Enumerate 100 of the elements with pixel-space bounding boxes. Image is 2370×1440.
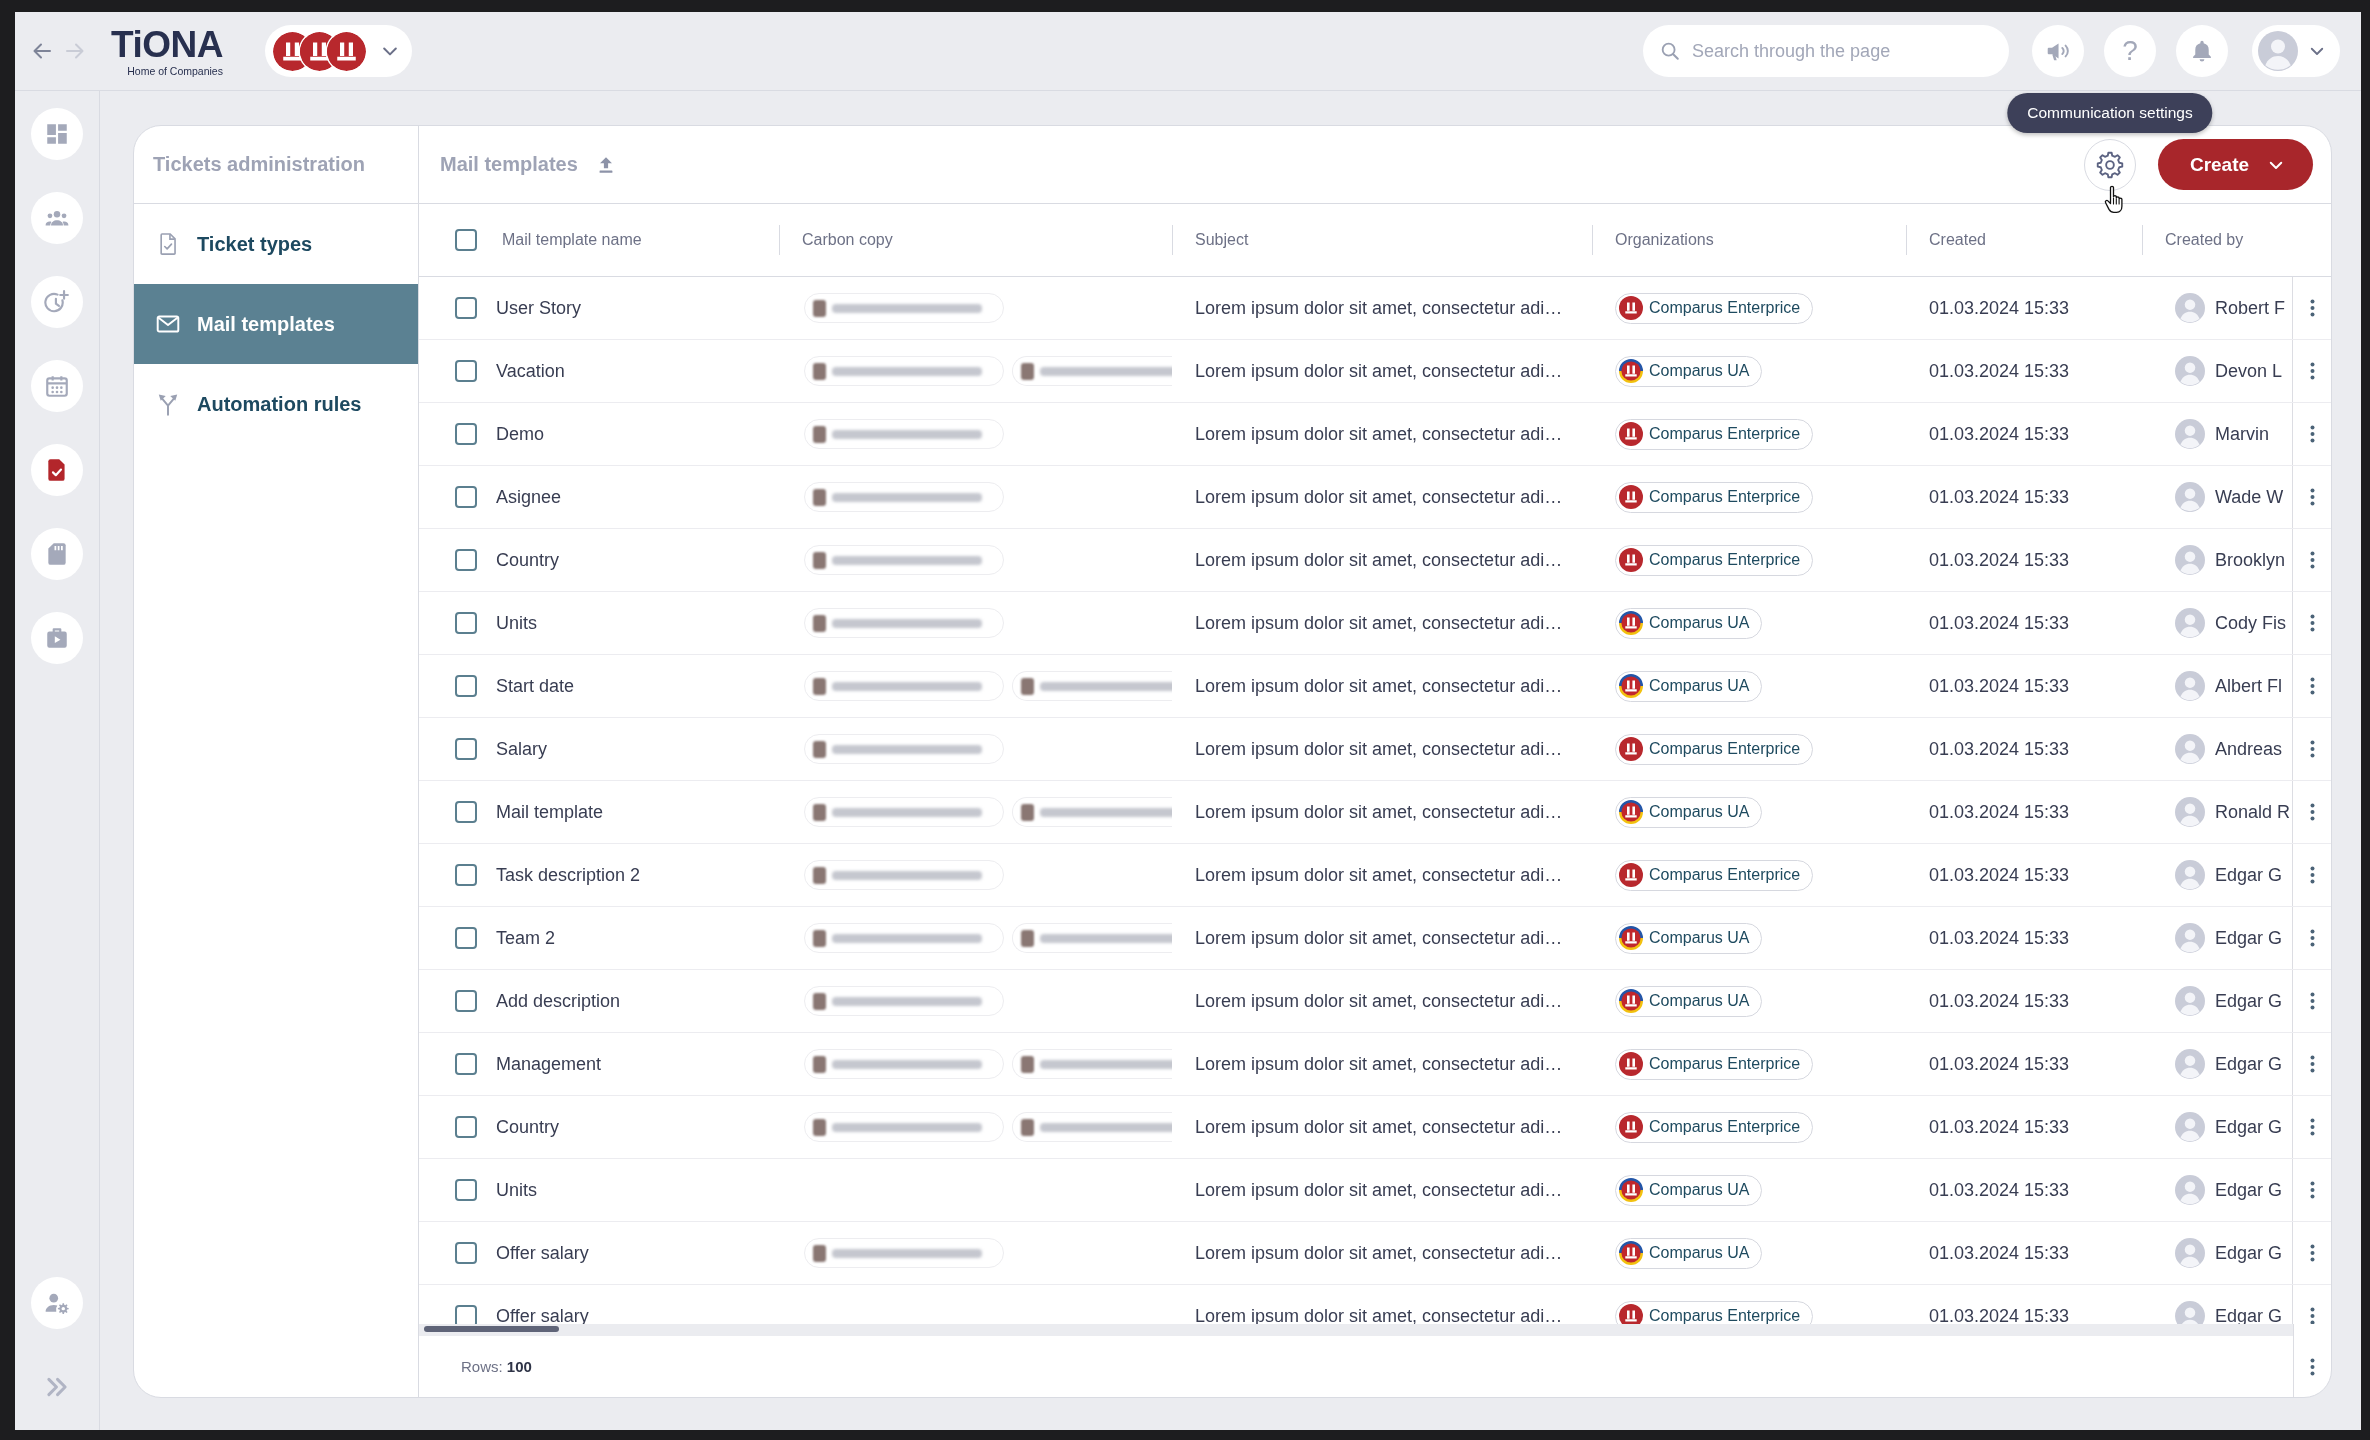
row-checkbox[interactable] [455,423,477,445]
row-checkbox[interactable] [455,1053,477,1075]
row-checkbox[interactable] [455,297,477,319]
person-avatar [2175,986,2205,1016]
user-avatar [2258,31,2298,71]
person-avatar [2175,356,2205,386]
sidebar-item[interactable]: Mail templates [134,284,418,364]
organization-name: Comparus Enterprice [1649,488,1801,506]
row-checkbox[interactable] [455,1179,477,1201]
nav-rail-button[interactable] [31,444,83,496]
template-name: Units [496,1179,537,1201]
row-checkbox[interactable] [455,549,477,571]
organization-name: Comparus UA [1649,992,1750,1010]
person-avatar [2175,671,2205,701]
template-name: User Story [496,297,582,319]
scrollbar-thumb[interactable] [424,1326,559,1332]
person-avatar [2175,293,2205,323]
organization-name: Comparus Enterprice [1649,866,1801,884]
select-all-checkbox[interactable] [455,229,477,251]
more-options-icon[interactable] [2309,1118,2315,1136]
creator-name: Edgar G [2215,990,2283,1012]
sidebar-item[interactable]: Ticket types [134,204,418,284]
more-options-icon[interactable] [2309,929,2315,947]
notifications-button[interactable] [2176,25,2228,77]
sidebar-item[interactable]: Automation rules [134,364,418,444]
row-checkbox[interactable] [455,360,477,382]
more-options-icon[interactable] [2309,740,2315,758]
person-avatar [2175,1049,2205,1079]
more-options-icon[interactable] [2309,299,2315,317]
organization-name: Comparus Enterprice [1649,740,1801,758]
subject-text: Lorem ipsum dolor sit amet, consectetur adi… [1195,738,1563,760]
more-options-icon[interactable] [2309,1307,2315,1324]
page-title: Mail templates [440,153,578,176]
more-options-icon[interactable] [2309,614,2315,632]
more-options-icon[interactable] [2309,803,2315,821]
creator-name: Edgar G [2215,1116,2283,1138]
more-options-icon[interactable] [2309,362,2315,380]
subject-text: Lorem ipsum dolor sit amet, consectetur adi… [1195,990,1563,1012]
more-options-icon[interactable] [2309,551,2315,569]
logo-wordmark: TiONA [111,25,223,63]
org-logo-icon [1619,485,1643,509]
column-header: Mail template name [502,231,642,249]
org-logo-icon [1619,737,1643,761]
creator-name: Marvin [2215,423,2269,445]
row-checkbox[interactable] [455,612,477,634]
created-date: 01.03.2024 15:33 [1929,1305,2070,1324]
org-logo-icon [1619,359,1643,383]
organization-name: Comparus Enterprice [1649,1118,1801,1136]
template-name: Offer salary [496,1242,589,1264]
subject-text: Lorem ipsum dolor sit amet, consectetur adi… [1195,612,1563,634]
create-button[interactable]: Create [2158,139,2313,190]
more-options-icon[interactable] [2309,1181,2315,1199]
created-date: 01.03.2024 15:33 [1929,990,2070,1012]
creator-name: Robert F [2215,297,2286,319]
row-checkbox[interactable] [455,1242,477,1264]
template-name: Start date [496,675,575,697]
row-checkbox[interactable] [455,990,477,1012]
column-header: Organizations [1615,231,1714,249]
more-options-icon[interactable] [2310,1357,2315,1376]
more-options-icon[interactable] [2309,425,2315,443]
column-header: Carbon copy [802,231,893,249]
subject-text: Lorem ipsum dolor sit amet, consectetur adi… [1195,675,1563,697]
more-options-icon[interactable] [2309,488,2315,506]
template-name: Task description 2 [496,864,641,886]
org-logo-icon [1619,548,1643,572]
org-logo-icon [1619,674,1643,698]
user-settings-button[interactable] [31,1277,83,1329]
row-checkbox[interactable] [455,738,477,760]
row-checkbox[interactable] [455,1305,477,1324]
template-name: Asignee [496,486,562,508]
row-checkbox[interactable] [455,486,477,508]
organization-name: Comparus UA [1649,614,1750,632]
creator-name: Edgar G [2215,1179,2283,1201]
template-name: Team 2 [496,927,556,949]
more-options-icon[interactable] [2309,866,2315,884]
column-header: Created by [2165,231,2244,249]
org-logo-icon [1619,611,1643,635]
more-options-icon[interactable] [2309,992,2315,1010]
row-checkbox[interactable] [455,801,477,823]
row-checkbox[interactable] [455,927,477,949]
search-field[interactable]: Search through the page [1643,25,2009,77]
announcements-button[interactable] [2032,25,2084,77]
more-options-icon[interactable] [2309,1055,2315,1073]
more-options-icon[interactable] [2309,1244,2315,1262]
subject-text: Lorem ipsum dolor sit amet, consectetur adi… [1195,1242,1563,1264]
org-logo-icon [1619,1178,1643,1202]
created-date: 01.03.2024 15:33 [1929,864,2070,886]
creator-name: Wade W [2215,486,2284,508]
org-logo-icon [1619,800,1643,824]
organization-name: Comparus UA [1649,1181,1750,1199]
organization-switcher[interactable] [264,25,412,77]
template-name: Mail template [496,801,604,823]
row-checkbox[interactable] [455,675,477,697]
more-options-icon[interactable] [2309,677,2315,695]
row-checkbox[interactable] [455,864,477,886]
panel-title: Tickets administration [153,153,365,176]
row-checkbox[interactable] [455,1116,477,1138]
person-avatar [2175,419,2205,449]
creator-name: Albert Fl [2215,675,2283,697]
person-avatar [2175,734,2205,764]
